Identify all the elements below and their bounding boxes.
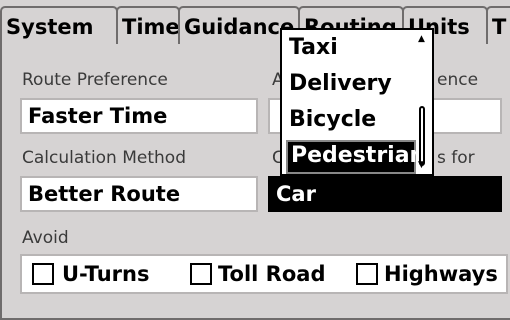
dropdown-option-delivery[interactable]: Delivery	[286, 68, 416, 102]
dropdown-option-bicycle[interactable]: Bicycle	[286, 104, 416, 138]
route-preference-label: Route Preference	[22, 70, 168, 90]
toll-road-label: Toll Road	[218, 262, 326, 286]
scroll-up-icon[interactable]: ▲	[418, 34, 425, 44]
calculate-for-label-end: s for	[437, 148, 475, 168]
tab-system[interactable]: System	[0, 6, 118, 44]
calculate-for-field[interactable]: Car	[268, 176, 502, 212]
highways-label: Highways	[384, 262, 498, 286]
u-turns-checkbox[interactable]	[32, 263, 54, 285]
calculation-method-field[interactable]: Better Route	[20, 176, 258, 212]
route-preference-field[interactable]: Faster Time	[20, 98, 258, 134]
avoid-options: U-Turns Toll Road Highways	[20, 254, 508, 294]
calculation-method-label: Calculation Method	[22, 148, 186, 168]
highways-checkbox[interactable]	[356, 263, 378, 285]
second-preference-label-end: ence	[437, 70, 479, 90]
tab-more[interactable]: T	[486, 6, 510, 44]
avoid-label: Avoid	[22, 228, 69, 248]
u-turns-label: U-Turns	[62, 262, 150, 286]
dropdown-option-pedestrian[interactable]: Pedestrian	[286, 140, 425, 174]
scroll-thumb[interactable]	[419, 106, 425, 166]
toll-road-checkbox[interactable]	[190, 263, 212, 285]
dropdown-option-taxi[interactable]: Taxi	[286, 32, 416, 66]
vehicle-dropdown-list[interactable]: Taxi Delivery Bicycle Pedestrian ▲ ▼	[280, 28, 434, 176]
tab-time[interactable]: Time	[116, 6, 180, 44]
scroll-down-icon[interactable]: ▼	[418, 160, 425, 170]
dropdown-scrollbar[interactable]: ▲ ▼	[416, 32, 430, 172]
